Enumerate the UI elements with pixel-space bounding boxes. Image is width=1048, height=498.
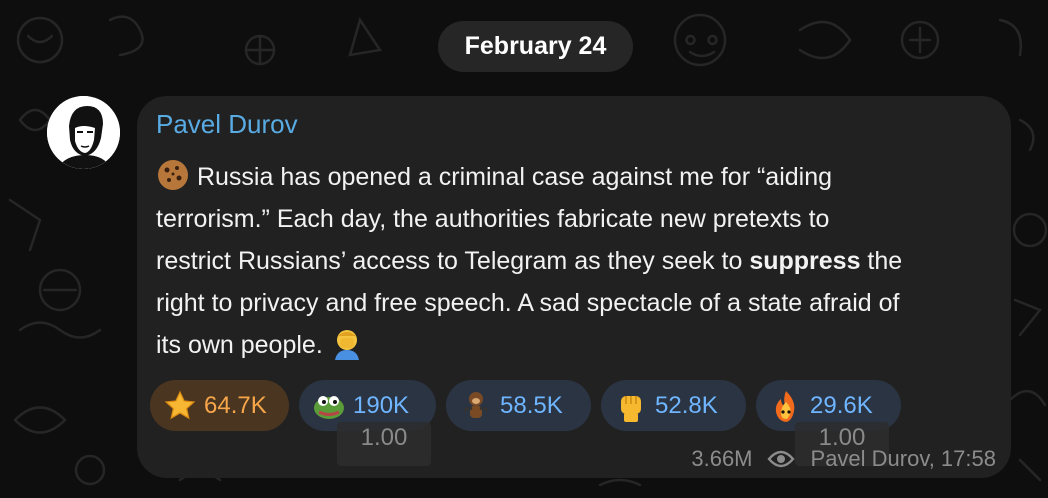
raised-fist-icon: [613, 388, 649, 424]
reaction-monkey[interactable]: 58.5K: [446, 380, 591, 431]
pepe-frog-icon: [311, 388, 347, 424]
reaction-fist[interactable]: 52.8K: [601, 380, 746, 431]
bold-word: suppress: [749, 247, 861, 275]
avatar[interactable]: [47, 96, 120, 169]
reaction-count: 29.6K: [810, 391, 873, 419]
view-count: 3.66M: [691, 446, 753, 471]
reaction-count: 52.8K: [655, 391, 718, 419]
date-pill[interactable]: February 24: [438, 21, 633, 72]
overlay-label: 1.00: [337, 422, 431, 466]
message-line-1: Russia has opened a criminal case agains…: [156, 156, 996, 198]
post-signature: Pavel Durov, 17:58: [810, 446, 996, 471]
avatar-portrait-icon: [47, 96, 120, 169]
monkey-icon: [458, 388, 494, 424]
message-line-3: restrict Russians’ access to Telegram as…: [156, 247, 903, 275]
sender-name[interactable]: Pavel Durov: [156, 109, 298, 140]
reaction-count: 58.5K: [500, 391, 563, 419]
reaction-star[interactable]: 64.7K: [150, 380, 289, 431]
message-text: Russia has opened a criminal case agains…: [156, 156, 996, 366]
message-meta: 3.66M Pavel Durov, 17:58: [691, 445, 996, 473]
message-bubble[interactable]: Pavel Durov Russia has opened a criminal…: [137, 96, 1011, 478]
message-line-2: terrorism.” Each day, the authorities fa…: [156, 205, 830, 233]
facepalm-icon: [334, 330, 359, 360]
cookie-icon: [158, 160, 188, 190]
fire-character-icon: [768, 388, 804, 424]
message-line-5: its own people.: [156, 324, 996, 366]
reaction-count: 64.7K: [204, 391, 267, 419]
message-line-4: right to privacy and free speech. A sad …: [156, 289, 900, 317]
reaction-count: 190K: [353, 391, 410, 419]
eye-icon: [766, 450, 795, 468]
star-icon: [162, 388, 198, 424]
